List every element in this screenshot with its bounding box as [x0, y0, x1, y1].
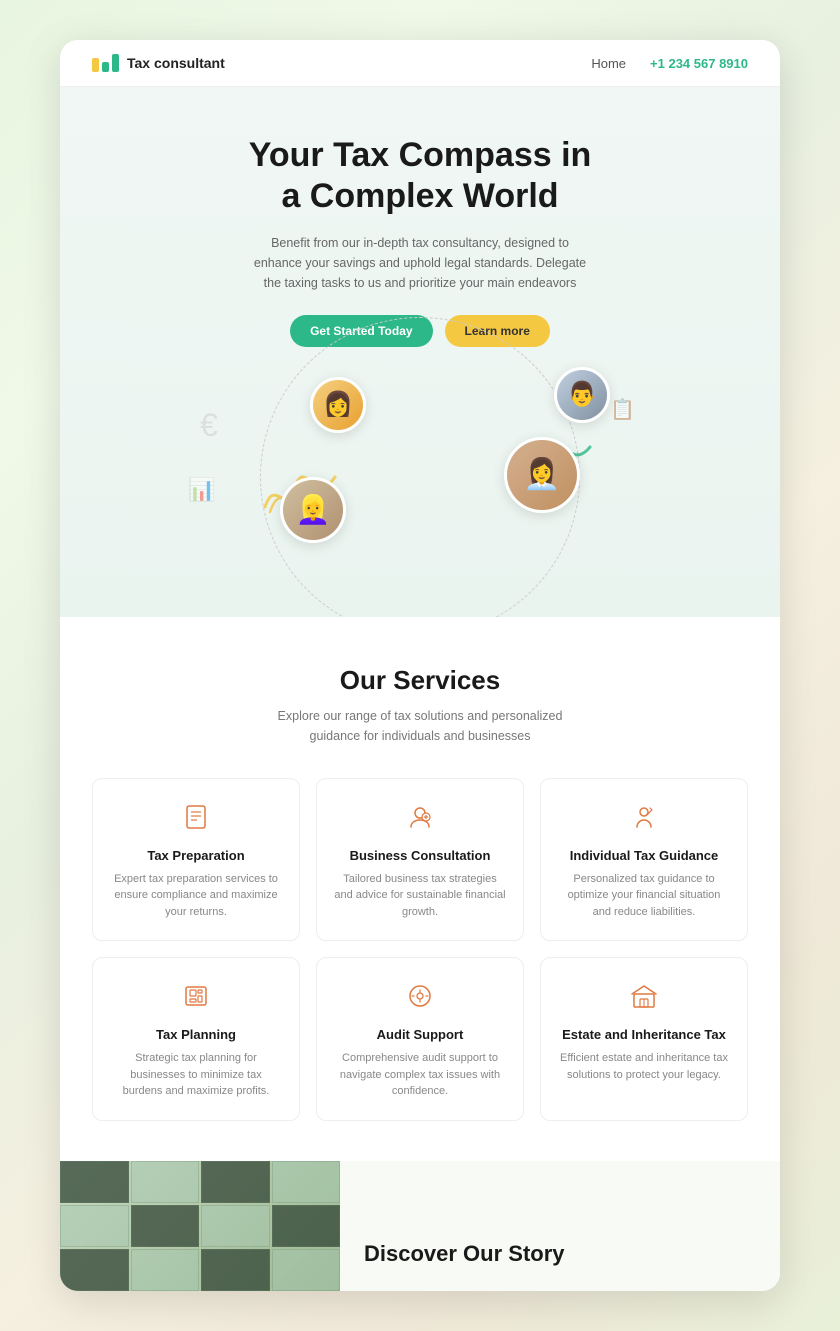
discover-section: Discover Our Story — [60, 1161, 780, 1291]
service-card-tax-preparation: Tax Preparation Expert tax preparation s… — [92, 778, 300, 942]
service-desc-4: Strategic tax planning for businesses to… — [109, 1050, 283, 1100]
nav-area: Home +1 234 567 8910 — [591, 56, 748, 71]
service-card-audit-support: Audit Support Comprehensive audit suppor… — [316, 957, 524, 1121]
service-desc-2: Tailored business tax strategies and adv… — [333, 871, 507, 921]
avatar-1: 👩 — [310, 377, 366, 433]
hero-section: Your Tax Compass in a Complex World Bene… — [60, 87, 780, 617]
site-header: Tax consultant Home +1 234 567 8910 — [60, 40, 780, 87]
estate-tax-icon — [557, 982, 731, 1017]
service-title-4: Tax Planning — [109, 1027, 283, 1042]
service-desc-6: Efficient estate and inheritance tax sol… — [557, 1050, 731, 1083]
deco-bar-icon: 📊 — [188, 477, 215, 503]
services-section: Our Services Explore our range of tax so… — [60, 617, 780, 1161]
service-desc-5: Comprehensive audit support to navigate … — [333, 1050, 507, 1100]
audit-support-icon — [333, 982, 507, 1017]
logo-text: Tax consultant — [127, 55, 225, 71]
hero-visual: € 📊 📋 👩 👩‍💼 👨 — [170, 377, 670, 577]
deco-chart-icon: € — [200, 407, 218, 444]
browser-window: Tax consultant Home +1 234 567 8910 Your… — [60, 40, 780, 1291]
avatar-2: 👩‍💼 — [504, 437, 580, 513]
hero-title: Your Tax Compass in a Complex World — [92, 135, 748, 217]
deco-doc-icon: 📋 — [610, 397, 635, 422]
avatar-3: 👨 — [554, 367, 610, 423]
individual-tax-icon — [557, 803, 731, 838]
service-card-business-consultation: Business Consultation Tailored business … — [316, 778, 524, 942]
service-card-tax-planning: Tax Planning Strategic tax planning for … — [92, 957, 300, 1121]
service-title-1: Tax Preparation — [109, 848, 283, 863]
discover-image — [60, 1161, 340, 1291]
services-subtitle: Explore our range of tax solutions and p… — [260, 706, 580, 746]
services-grid: Tax Preparation Expert tax preparation s… — [92, 778, 748, 1121]
service-desc-1: Expert tax preparation services to ensur… — [109, 871, 283, 921]
nav-home-link[interactable]: Home — [591, 56, 626, 71]
service-title-6: Estate and Inheritance Tax — [557, 1027, 731, 1042]
avatar-4: 👱‍♀️ — [280, 477, 346, 543]
nav-phone: +1 234 567 8910 — [650, 56, 748, 71]
service-card-individual-tax: Individual Tax Guidance Personalized tax… — [540, 778, 748, 942]
hero-subtitle: Benefit from our in-depth tax consultanc… — [250, 233, 590, 293]
tax-planning-icon — [109, 982, 283, 1017]
service-title-2: Business Consultation — [333, 848, 507, 863]
discover-content: Discover Our Story — [340, 1209, 780, 1291]
services-title: Our Services — [92, 665, 748, 696]
service-desc-3: Personalized tax guidance to optimize yo… — [557, 871, 731, 921]
business-consultation-icon — [333, 803, 507, 838]
logo-icon — [92, 54, 119, 72]
discover-title: Discover Our Story — [364, 1241, 756, 1267]
service-title-5: Audit Support — [333, 1027, 507, 1042]
tax-preparation-icon — [109, 803, 283, 838]
service-card-estate-tax: Estate and Inheritance Tax Efficient est… — [540, 957, 748, 1121]
service-title-3: Individual Tax Guidance — [557, 848, 731, 863]
logo-area: Tax consultant — [92, 54, 225, 72]
